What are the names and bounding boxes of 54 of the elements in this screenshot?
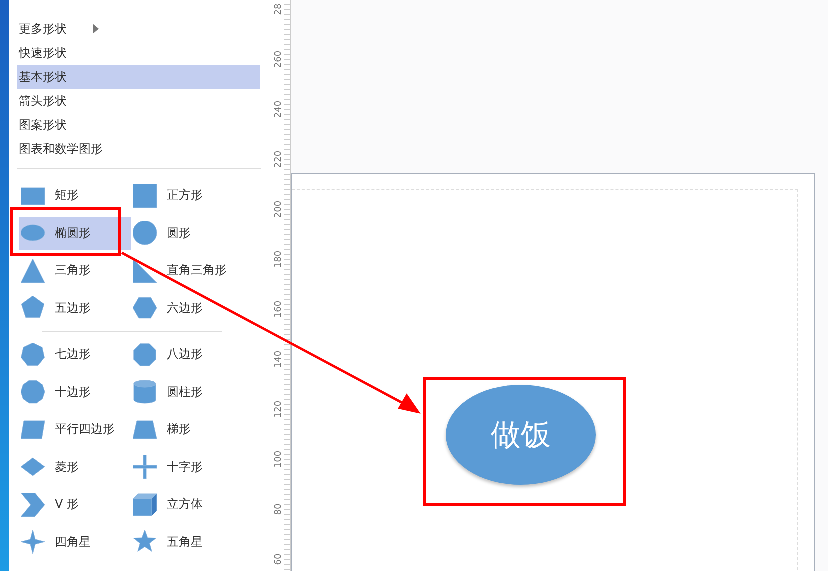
octagon-icon — [133, 342, 157, 367]
shape-item[interactable]: 直角三角形 — [131, 252, 249, 290]
shape-item[interactable]: V 形 — [19, 486, 131, 524]
ruler-label: 28 — [272, 2, 284, 17]
hexagon-icon — [133, 296, 157, 320]
shape-item[interactable]: 三角形 — [19, 252, 131, 290]
shape-item[interactable]: 菱形 — [19, 448, 131, 486]
triangle-icon — [21, 258, 45, 283]
ruler-label: 60 — [272, 552, 284, 567]
ruler-label: 180 — [272, 250, 284, 268]
shape-item[interactable]: 四角星 — [19, 524, 131, 561]
shape-item[interactable]: 五角星 — [131, 524, 249, 561]
shape-item[interactable]: 七边形 — [19, 336, 131, 374]
ruler-label: 100 — [272, 450, 284, 468]
heptagon-icon — [21, 342, 45, 367]
cube-icon — [133, 492, 157, 517]
ruler-label: 80 — [272, 502, 284, 517]
ruler-label: 200 — [272, 200, 284, 218]
pentagon-icon — [21, 296, 45, 320]
menu-item[interactable]: 更多形状 — [17, 17, 260, 41]
ellipse-shape: 做饭 — [446, 385, 596, 485]
ruler-label: 160 — [272, 300, 284, 318]
shape-item[interactable]: 十字形 — [131, 448, 249, 486]
star-icon — [133, 530, 157, 554]
parallelogram-icon — [21, 418, 45, 442]
chevron-icon — [21, 492, 45, 517]
shape-item[interactable]: 圆柱形 — [131, 374, 249, 411]
shape-item[interactable]: 梯形 — [131, 411, 249, 448]
shape-item[interactable]: 十边形 — [19, 374, 131, 411]
shape-item[interactable]: 六边形 — [131, 290, 249, 327]
shape-item[interactable]: 正方形 — [131, 177, 249, 214]
ruler-label: 220 — [272, 150, 284, 168]
shape-item[interactable]: 圆形 — [131, 214, 249, 252]
shape-item[interactable]: 八边形 — [131, 336, 249, 374]
shape-item[interactable]: 矩形 — [19, 177, 131, 214]
right-triangle-icon — [133, 258, 157, 283]
four-point-star-icon — [21, 530, 45, 554]
shape-item[interactable]: 平行四边形 — [19, 411, 131, 448]
shape-item[interactable]: 椭圆形 — [19, 216, 131, 250]
menu-item[interactable]: 图表和数学图形 — [17, 137, 260, 161]
ruler-label: 120 — [272, 400, 284, 418]
menu-item[interactable]: 快速形状 — [17, 41, 260, 65]
cross-icon — [133, 455, 157, 480]
ruler-label: 140 — [272, 350, 284, 368]
cylinder-icon — [133, 380, 157, 404]
menu-item[interactable]: 图案形状 — [17, 113, 260, 137]
ruler-label: 260 — [272, 50, 284, 68]
menu-item[interactable]: 基本形状 — [17, 65, 260, 89]
decagon-icon — [21, 380, 45, 404]
menu-item[interactable]: 箭头形状 — [17, 89, 260, 113]
trapezoid-icon — [133, 418, 157, 442]
ruler-label: 240 — [272, 100, 284, 118]
shape-item[interactable]: 立方体 — [131, 486, 249, 524]
shape-item[interactable]: 五边形 — [19, 290, 131, 327]
